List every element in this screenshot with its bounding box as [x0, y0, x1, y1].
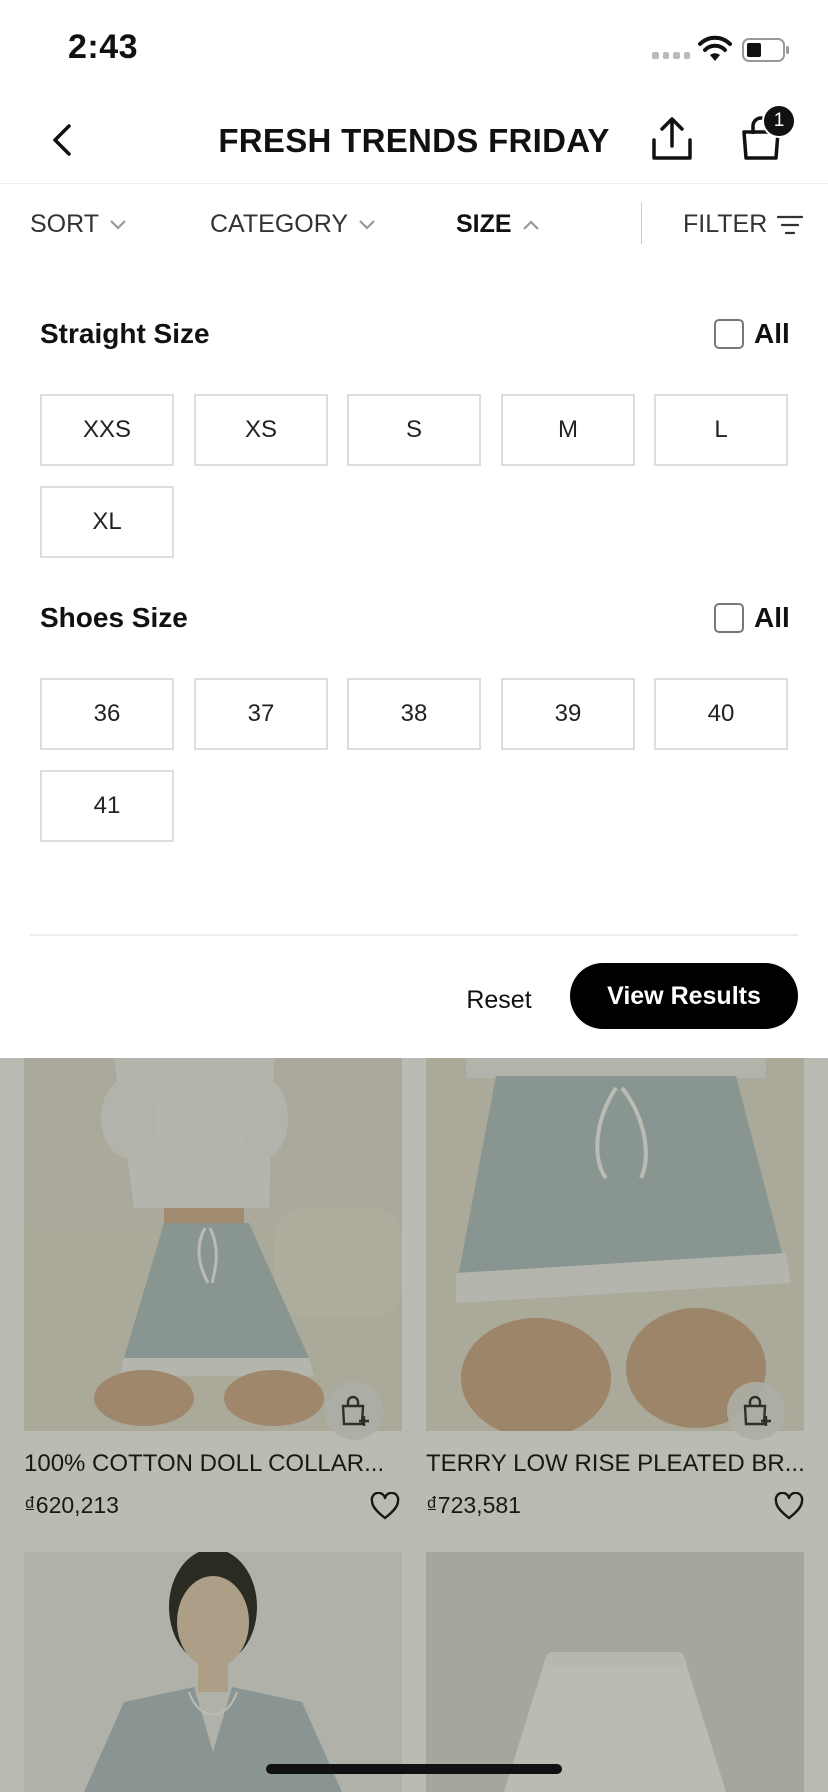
product-name[interactable]: TERRY LOW RISE PLEATED BR...	[426, 1450, 806, 1478]
product-photo-white-skirt	[426, 1552, 804, 1792]
filter-button[interactable]: FILTER	[683, 210, 804, 239]
chevron-up-icon	[522, 219, 539, 230]
size-dropdown[interactable]: SIZE	[456, 210, 540, 239]
heart-icon[interactable]	[370, 1492, 400, 1520]
product-image[interactable]	[426, 1058, 804, 1431]
size-option-xl[interactable]: XL	[40, 486, 174, 558]
shoe-size-option-38[interactable]: 38	[347, 678, 481, 750]
shoe-size-option-37[interactable]: 37	[194, 678, 328, 750]
battery-icon	[742, 38, 789, 62]
size-option-s[interactable]: S	[347, 394, 481, 466]
straight-size-all-toggle[interactable]: All	[714, 318, 790, 350]
page-title: FRESH TRENDS FRIDAY	[218, 122, 610, 159]
cart-count-badge: 1	[762, 104, 796, 138]
product-price: ₫723,581	[426, 1492, 521, 1518]
filter-label: FILTER	[683, 210, 768, 238]
cellular-signal-icon	[652, 52, 690, 62]
shoe-size-option-36[interactable]: 36	[40, 678, 174, 750]
quick-add-button[interactable]	[325, 1382, 383, 1440]
product-image[interactable]	[426, 1552, 804, 1792]
size-option-m[interactable]: M	[501, 394, 635, 466]
product-photo-sweater	[24, 1552, 402, 1792]
straight-size-title: Straight Size	[40, 318, 210, 349]
home-indicator	[266, 1764, 562, 1774]
checkbox[interactable]	[714, 319, 744, 349]
shoe-size-option-40[interactable]: 40	[654, 678, 788, 750]
size-option-l[interactable]: L	[654, 394, 788, 466]
bag-plus-icon	[341, 1395, 369, 1426]
product-photo-skirt	[426, 1058, 804, 1431]
panel-divider	[30, 934, 798, 936]
all-label: All	[754, 318, 790, 349]
product-grid: 100% COTTON DOLL COLLAR... ₫620,213 TERR…	[0, 1058, 828, 1792]
filter-icon	[777, 215, 804, 234]
size-label: SIZE	[456, 210, 512, 238]
sort-filter-bar: SORT CATEGORY SIZE FILTER	[0, 184, 828, 266]
shoe-size-option-41[interactable]: 41	[40, 770, 174, 842]
bag-plus-icon	[743, 1395, 771, 1426]
share-button[interactable]	[648, 114, 696, 164]
sort-label: SORT	[30, 210, 99, 238]
size-option-xxs[interactable]: XXS	[40, 394, 174, 466]
reset-button[interactable]: Reset	[456, 980, 542, 1020]
nav-header: FRESH TRENDS FRIDAY	[0, 96, 828, 184]
size-filter-panel: Straight Size All XXS XS S M L XL Shoes …	[0, 266, 828, 1058]
product-price: ₫620,213	[24, 1492, 119, 1518]
status-bar: 2:43	[0, 0, 828, 96]
checkbox[interactable]	[714, 603, 744, 633]
product-image[interactable]	[24, 1552, 402, 1792]
product-name[interactable]: 100% COTTON DOLL COLLAR...	[24, 1450, 404, 1478]
heart-icon[interactable]	[774, 1492, 804, 1520]
wifi-icon	[698, 35, 732, 61]
share-icon	[652, 117, 692, 160]
view-results-button[interactable]: View Results	[570, 963, 798, 1029]
category-dropdown[interactable]: CATEGORY	[210, 210, 376, 239]
all-label: All	[754, 602, 790, 633]
category-label: CATEGORY	[210, 210, 348, 238]
status-time: 2:43	[68, 28, 139, 66]
chevron-down-icon	[110, 219, 126, 230]
shoe-size-option-39[interactable]: 39	[501, 678, 635, 750]
product-image[interactable]	[24, 1058, 402, 1431]
sort-dropdown[interactable]: SORT	[30, 210, 127, 239]
chevron-down-icon	[359, 219, 375, 230]
sort-divider	[641, 202, 642, 244]
quick-add-button[interactable]	[727, 1382, 785, 1440]
product-photo-skirt	[24, 1058, 402, 1431]
shoes-size-all-toggle[interactable]: All	[714, 602, 790, 634]
shoes-size-title: Shoes Size	[40, 602, 188, 633]
size-option-xs[interactable]: XS	[194, 394, 328, 466]
